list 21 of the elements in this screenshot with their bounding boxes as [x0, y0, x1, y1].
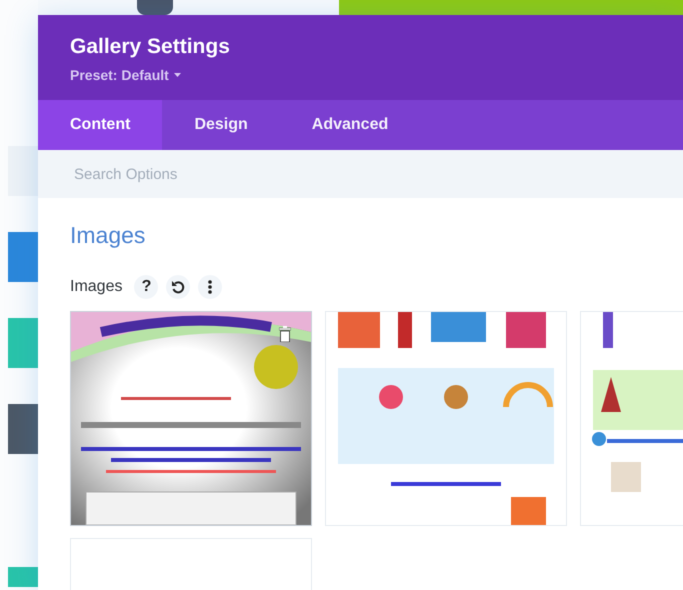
sidebar-block: [8, 146, 38, 196]
search-field[interactable]: Search Options: [38, 150, 683, 198]
caret-icon: [174, 73, 181, 77]
field-label: Images: [70, 278, 122, 296]
modal-title: Gallery Settings: [70, 35, 230, 59]
tab[interactable]: Content: [38, 100, 162, 150]
reset-button[interactable]: [166, 275, 190, 299]
sidebar-block: [8, 318, 38, 368]
more-button[interactable]: [198, 275, 222, 299]
tab[interactable]: Advanced: [280, 100, 420, 150]
tab[interactable]: Design: [162, 100, 280, 150]
sidebar-block: [8, 404, 38, 454]
delete-icon[interactable]: [279, 326, 291, 342]
section-title: Images: [70, 222, 146, 249]
preset-dropdown[interactable]: Preset: Default: [70, 67, 181, 83]
more-icon: [208, 280, 212, 294]
sidebar-block: [8, 567, 38, 587]
help-button[interactable]: ?: [134, 275, 158, 299]
undo-icon: [171, 280, 186, 294]
sidebar-block: [8, 232, 38, 282]
module-handle: [137, 0, 173, 15]
